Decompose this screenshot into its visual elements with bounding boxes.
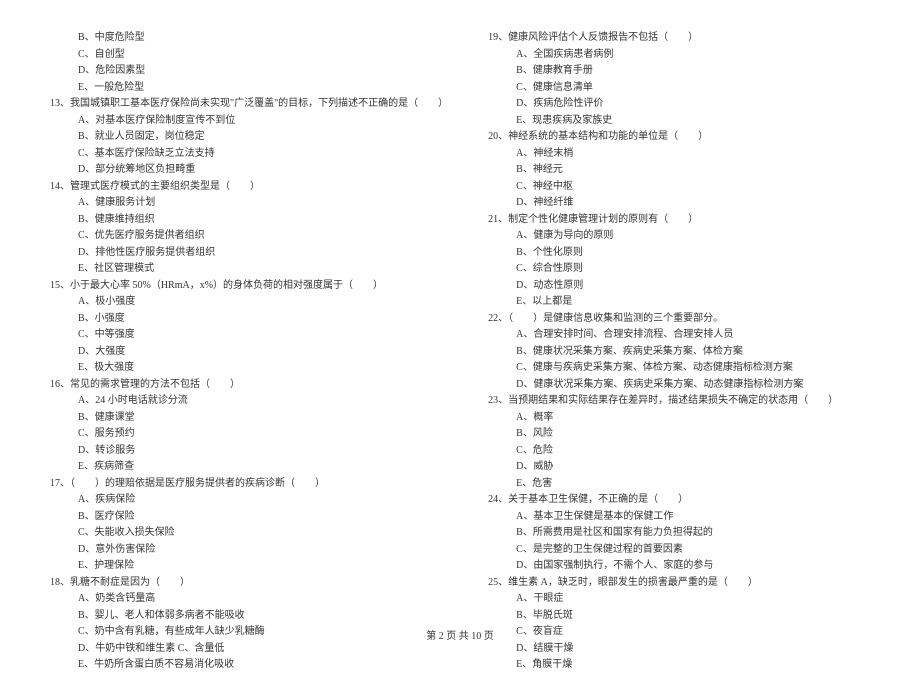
question-option: E、社区管理模式 xyxy=(50,261,448,278)
question-option: A、干眼症 xyxy=(488,591,870,608)
question-option: B、健康教育手册 xyxy=(488,63,870,80)
question-option: B、风险 xyxy=(488,426,870,443)
question-stem: 25、维生素 A，缺乏时，眼部发生的损害最严重的是（ ） xyxy=(488,575,870,592)
question-option: B、医疗保险 xyxy=(50,509,448,526)
question-option: A、24 小时电话就诊分流 xyxy=(50,393,448,410)
question-option: D、部分统筹地区负担畸重 xyxy=(50,162,448,179)
question-option: E、现患疾病及家族史 xyxy=(488,113,870,130)
question-option: B、健康课堂 xyxy=(50,410,448,427)
question-option: E、护理保险 xyxy=(50,558,448,575)
question-stem: 20、神经系统的基本结构和功能的单位是（ ） xyxy=(488,129,870,146)
question-stem: 17、（ ）的理赔依据是医疗服务提供者的疾病诊断（ ） xyxy=(50,476,448,493)
question-option: E、以上都是 xyxy=(488,294,870,311)
question-option: D、结膜干燥 xyxy=(488,641,870,658)
question-option: D、健康状况采集方案、疾病史采集方案、动态健康指标检测方案 xyxy=(488,377,870,394)
left-column: B、中度危险型C、自创型D、危险因素型E、一般危险型13、我国城镇职工基本医疗保… xyxy=(50,30,448,674)
question-option: C、基本医疗保险缺乏立法支持 xyxy=(50,146,448,163)
question-option: B、毕脱氏斑 xyxy=(488,608,870,625)
question-option: C、中等强度 xyxy=(50,327,448,344)
question-option: B、婴儿、老人和体弱多病者不能吸收 xyxy=(50,608,448,625)
page-content: B、中度危险型C、自创型D、危险因素型E、一般危险型13、我国城镇职工基本医疗保… xyxy=(0,0,920,684)
question-option: E、一般危险型 xyxy=(50,80,448,97)
question-option: C、危险 xyxy=(488,443,870,460)
question-stem: 15、小于最大心率 50%（HRmA，x%）的身体负荷的相对强度属于（ ） xyxy=(50,278,448,295)
question-option: E、危害 xyxy=(488,476,870,493)
question-option: C、健康与疾病史采集方案、体检方案、动态健康指标检测方案 xyxy=(488,360,870,377)
question-stem: 23、当预期结果和实际结果存在差异时，描述结果损失不确定的状态用（ ） xyxy=(488,393,870,410)
right-column: 19、健康风险评估个人反馈报告不包括（ ）A、全国疾病患者病例B、健康教育手册C… xyxy=(488,30,870,674)
question-option: B、小强度 xyxy=(50,311,448,328)
question-option: B、健康状况采集方案、疾病史采集方案、体检方案 xyxy=(488,344,870,361)
question-stem: 21、制定个性化健康管理计划的原则有（ ） xyxy=(488,212,870,229)
question-option: D、动态性原则 xyxy=(488,278,870,295)
question-stem: 19、健康风险评估个人反馈报告不包括（ ） xyxy=(488,30,870,47)
question-option: A、对基本医疗保险制度宣传不到位 xyxy=(50,113,448,130)
question-option: A、奶类含钙量高 xyxy=(50,591,448,608)
question-option: C、自创型 xyxy=(50,47,448,64)
question-option: E、角膜干燥 xyxy=(488,657,870,674)
question-option: B、就业人员固定，岗位稳定 xyxy=(50,129,448,146)
question-option: D、神经纤维 xyxy=(488,195,870,212)
question-option: A、神经末梢 xyxy=(488,146,870,163)
question-option: C、是完整的卫生保健过程的首要因素 xyxy=(488,542,870,559)
question-option: A、全国疾病患者病例 xyxy=(488,47,870,64)
question-option: D、威胁 xyxy=(488,459,870,476)
question-option: D、由国家强制执行，不需个人、家庭的参与 xyxy=(488,558,870,575)
question-option: D、意外伤害保险 xyxy=(50,542,448,559)
question-option: C、优先医疗服务提供者组织 xyxy=(50,228,448,245)
question-option: A、健康为导向的原则 xyxy=(488,228,870,245)
question-option: C、神经中枢 xyxy=(488,179,870,196)
question-option: B、个性化原则 xyxy=(488,245,870,262)
question-option: A、极小强度 xyxy=(50,294,448,311)
question-option: C、失能收入损失保险 xyxy=(50,525,448,542)
question-option: D、排他性医疗服务提供者组织 xyxy=(50,245,448,262)
question-option: A、概率 xyxy=(488,410,870,427)
question-option: E、牛奶所含蛋白质不容易消化吸收 xyxy=(50,657,448,674)
question-option: B、神经元 xyxy=(488,162,870,179)
question-option: A、合理安排时间、合理安排流程、合理安排人员 xyxy=(488,327,870,344)
question-option: D、大强度 xyxy=(50,344,448,361)
question-stem: 22、（ ）是健康信息收集和监测的三个重要部分。 xyxy=(488,311,870,328)
question-option: B、中度危险型 xyxy=(50,30,448,47)
question-stem: 18、乳糖不耐症是因为（ ） xyxy=(50,575,448,592)
question-option: D、危险因素型 xyxy=(50,63,448,80)
page-footer: 第 2 页 共 10 页 xyxy=(0,627,920,642)
question-option: E、疾病筛查 xyxy=(50,459,448,476)
question-option: A、基本卫生保健是基本的保健工作 xyxy=(488,509,870,526)
question-option: B、所需费用是社区和国家有能力负担得起的 xyxy=(488,525,870,542)
question-option: E、极大强度 xyxy=(50,360,448,377)
question-stem: 13、我国城镇职工基本医疗保险尚未实现"广泛覆盖"的目标，下列描述不正确的是（ … xyxy=(50,96,448,113)
question-option: B、健康维持组织 xyxy=(50,212,448,229)
question-option: D、转诊服务 xyxy=(50,443,448,460)
question-option: C、综合性原则 xyxy=(488,261,870,278)
question-option: A、疾病保险 xyxy=(50,492,448,509)
question-option: C、服务预约 xyxy=(50,426,448,443)
question-stem: 14、管理式医疗模式的主要组织类型是（ ） xyxy=(50,179,448,196)
question-option: D、疾病危险性评价 xyxy=(488,96,870,113)
question-option: C、健康信息清单 xyxy=(488,80,870,97)
question-option: D、牛奶中铁和维生素 C、含量低 xyxy=(50,641,448,658)
question-option: A、健康服务计划 xyxy=(50,195,448,212)
question-stem: 24、关于基本卫生保健，不正确的是（ ） xyxy=(488,492,870,509)
question-stem: 16、常见的需求管理的方法不包括（ ） xyxy=(50,377,448,394)
